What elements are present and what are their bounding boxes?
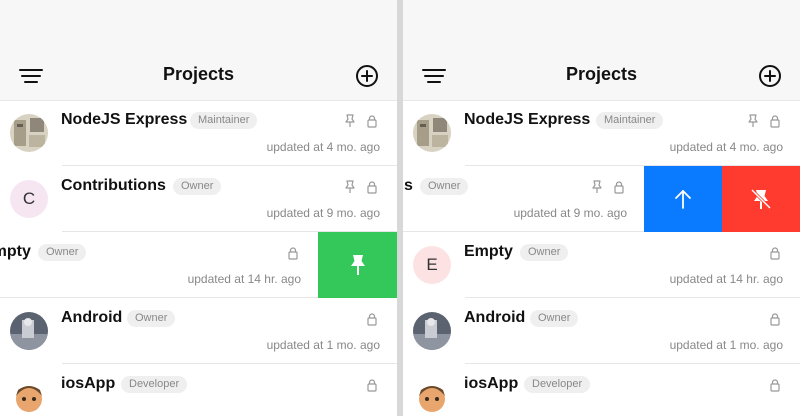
project-avatar-letter: C bbox=[10, 180, 48, 218]
role-badge: Owner bbox=[38, 244, 87, 261]
role-badge: Owner bbox=[530, 310, 579, 327]
updated-time: updated at 9 mo. ago bbox=[266, 206, 380, 220]
lock-icon bbox=[367, 181, 377, 194]
unpin-action-button[interactable] bbox=[722, 166, 800, 232]
project-row-contributions[interactable]: C Contributions Owner updated at 9 mo. a… bbox=[0, 166, 397, 232]
memoji-avatar bbox=[16, 386, 42, 412]
pin-icon bbox=[345, 180, 355, 193]
lock-icon bbox=[770, 379, 780, 392]
role-badge: Developer bbox=[524, 376, 591, 393]
project-avatar-letter: E bbox=[413, 246, 451, 284]
project-row-empty[interactable]: E Empty Owner updated at 14 hr. ago bbox=[403, 232, 800, 298]
updated-time: updated at 4 mo. ago bbox=[266, 140, 380, 154]
lock-icon bbox=[770, 247, 780, 260]
pin-action-button[interactable] bbox=[318, 232, 397, 298]
role-badge: Maintainer bbox=[190, 112, 258, 129]
pin-icon bbox=[748, 114, 758, 127]
plus-circle-icon[interactable] bbox=[758, 64, 782, 88]
lock-icon bbox=[770, 115, 780, 128]
project-name: NodeJS Express bbox=[61, 111, 188, 128]
project-avatar-image bbox=[10, 114, 48, 152]
project-row-android[interactable]: Android Owner updated at 1 mo. ago bbox=[403, 298, 800, 364]
unpin-icon bbox=[750, 188, 772, 210]
project-avatar-image bbox=[413, 312, 451, 350]
project-row-contributions[interactable]: Contributions Owner updated at 9 mo. ago bbox=[403, 166, 800, 232]
lock-icon bbox=[367, 115, 377, 128]
lock-icon bbox=[367, 313, 377, 326]
project-name: Empty bbox=[0, 243, 31, 260]
updated-time: updated at 14 hr. ago bbox=[187, 272, 301, 286]
role-badge: Owner bbox=[127, 310, 176, 327]
project-row-android[interactable]: Android Owner updated at 1 mo. ago bbox=[0, 298, 397, 364]
project-row-nodejs-express[interactable]: NodeJS Express Maintainer updated at 4 m… bbox=[0, 100, 397, 166]
project-avatar-image bbox=[413, 114, 451, 152]
navigation-bar: Projects bbox=[0, 0, 397, 101]
project-row-nodejs-express[interactable]: NodeJS Express Maintainer updated at 4 m… bbox=[403, 100, 800, 166]
projects-screen-left: Projects NodeJS Express Maintainer updat… bbox=[0, 0, 397, 416]
project-name: NodeJS Express bbox=[464, 111, 591, 128]
projects-screen-right: Projects NodeJS Express Maintainer updat… bbox=[403, 0, 800, 416]
project-row-iosapp[interactable]: iosApp Developer bbox=[403, 364, 800, 416]
project-name: Empty bbox=[464, 243, 513, 260]
project-name: Android bbox=[464, 309, 526, 326]
updated-time: updated at 1 mo. ago bbox=[266, 338, 380, 352]
updated-time: updated at 1 mo. ago bbox=[669, 338, 783, 352]
navigation-bar: Projects bbox=[403, 0, 800, 101]
lock-icon bbox=[288, 247, 298, 260]
role-badge: Owner bbox=[173, 178, 222, 195]
lock-icon bbox=[367, 379, 377, 392]
project-avatar-image bbox=[10, 312, 48, 350]
memoji-avatar bbox=[419, 386, 445, 412]
project-name: iosApp bbox=[61, 375, 116, 392]
plus-circle-icon[interactable] bbox=[355, 64, 379, 88]
updated-time: updated at 4 mo. ago bbox=[669, 140, 783, 154]
updated-time: updated at 9 mo. ago bbox=[513, 206, 627, 220]
move-up-action-button[interactable] bbox=[644, 166, 722, 232]
project-row-iosapp[interactable]: iosApp Developer bbox=[0, 364, 397, 416]
pin-icon bbox=[345, 114, 355, 127]
role-badge: Owner bbox=[420, 178, 469, 195]
updated-time: updated at 14 hr. ago bbox=[669, 272, 783, 286]
pin-icon bbox=[592, 180, 602, 193]
project-name: Contributions bbox=[61, 177, 166, 194]
project-name: Contributions bbox=[403, 177, 413, 194]
project-name: Android bbox=[61, 309, 123, 326]
role-badge: Maintainer bbox=[596, 112, 664, 129]
lock-icon bbox=[770, 313, 780, 326]
project-row-empty[interactable]: Empty Owner updated at 14 hr. ago bbox=[0, 232, 397, 298]
page-title: Projects bbox=[565, 64, 638, 84]
role-badge: Developer bbox=[121, 376, 188, 393]
pin-icon bbox=[350, 255, 365, 275]
project-name: iosApp bbox=[464, 375, 519, 392]
arrow-up-icon bbox=[675, 190, 691, 209]
lock-icon bbox=[614, 181, 624, 194]
role-badge: Owner bbox=[520, 244, 569, 261]
page-title: Projects bbox=[162, 64, 235, 84]
